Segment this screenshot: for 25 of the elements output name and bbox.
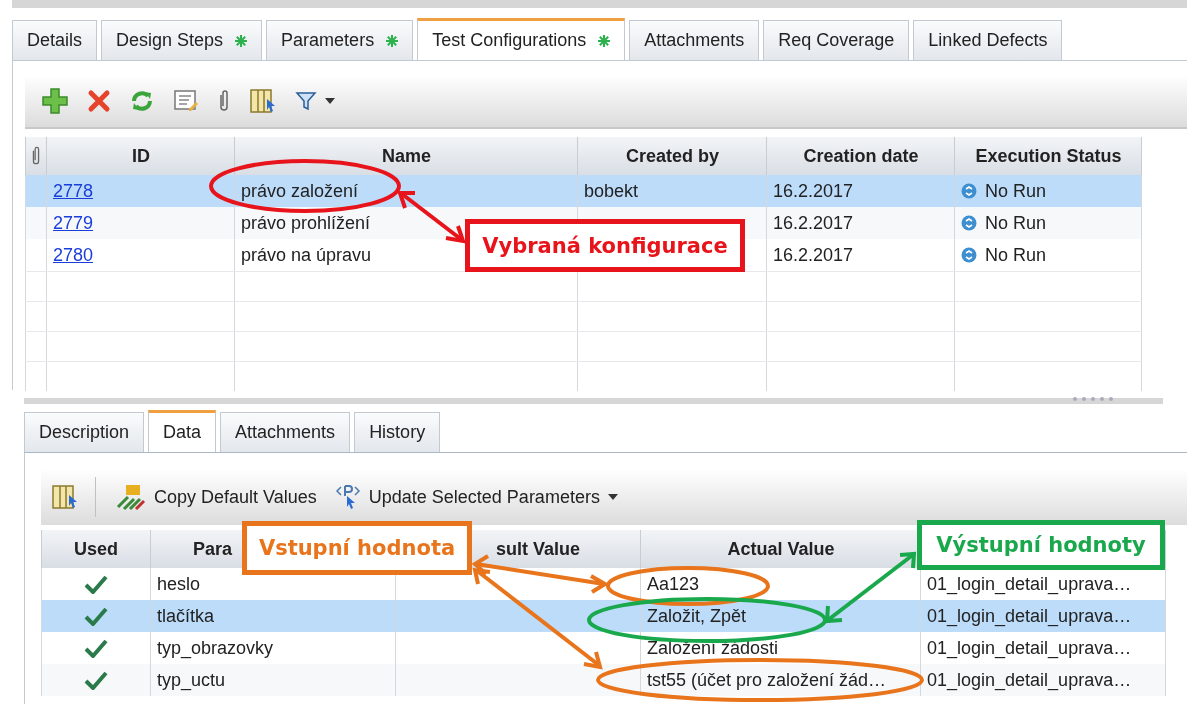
table-cell: No Run <box>985 212 1047 234</box>
table-cell: typ_uctu <box>157 669 226 691</box>
table-cell: Aa123 <box>647 573 700 595</box>
table-cell: heslo <box>157 573 201 595</box>
table-cell: 16.2.2017 <box>773 180 854 202</box>
table-cell: právo prohlížení <box>241 212 371 234</box>
annotation-tooltip: Vstupní hodnota <box>242 521 472 575</box>
annotation-tooltip: Vybraná konfigurace <box>465 219 745 272</box>
table-cell: 01_login_detail_uprava… <box>927 605 1132 627</box>
table-cell: právo na úpravu <box>241 244 372 266</box>
table-cell: bobekt <box>584 180 639 202</box>
table-cell: No Run <box>985 244 1047 266</box>
table-cell: 01_login_detail_uprava… <box>927 637 1132 659</box>
table-cell: 16.2.2017 <box>773 244 854 266</box>
table-cell: Založení žádosti <box>647 637 779 659</box>
table-cell: právo založení <box>241 180 359 202</box>
table-cell: No Run <box>985 180 1047 202</box>
table-cell: tlačítka <box>157 605 215 627</box>
annotation-tooltip: Výstupní hodnoty <box>917 520 1165 570</box>
table-cell: tst55 (účet pro založení žád… <box>647 669 887 691</box>
table-cell: typ_obrazovky <box>157 637 274 659</box>
table-cell: 01_login_detail_uprava… <box>927 573 1132 595</box>
table-cell: 01_login_detail_uprava… <box>927 669 1132 691</box>
table-cell: 16.2.2017 <box>773 212 854 234</box>
table-cell: Založit, Zpět <box>647 605 747 627</box>
